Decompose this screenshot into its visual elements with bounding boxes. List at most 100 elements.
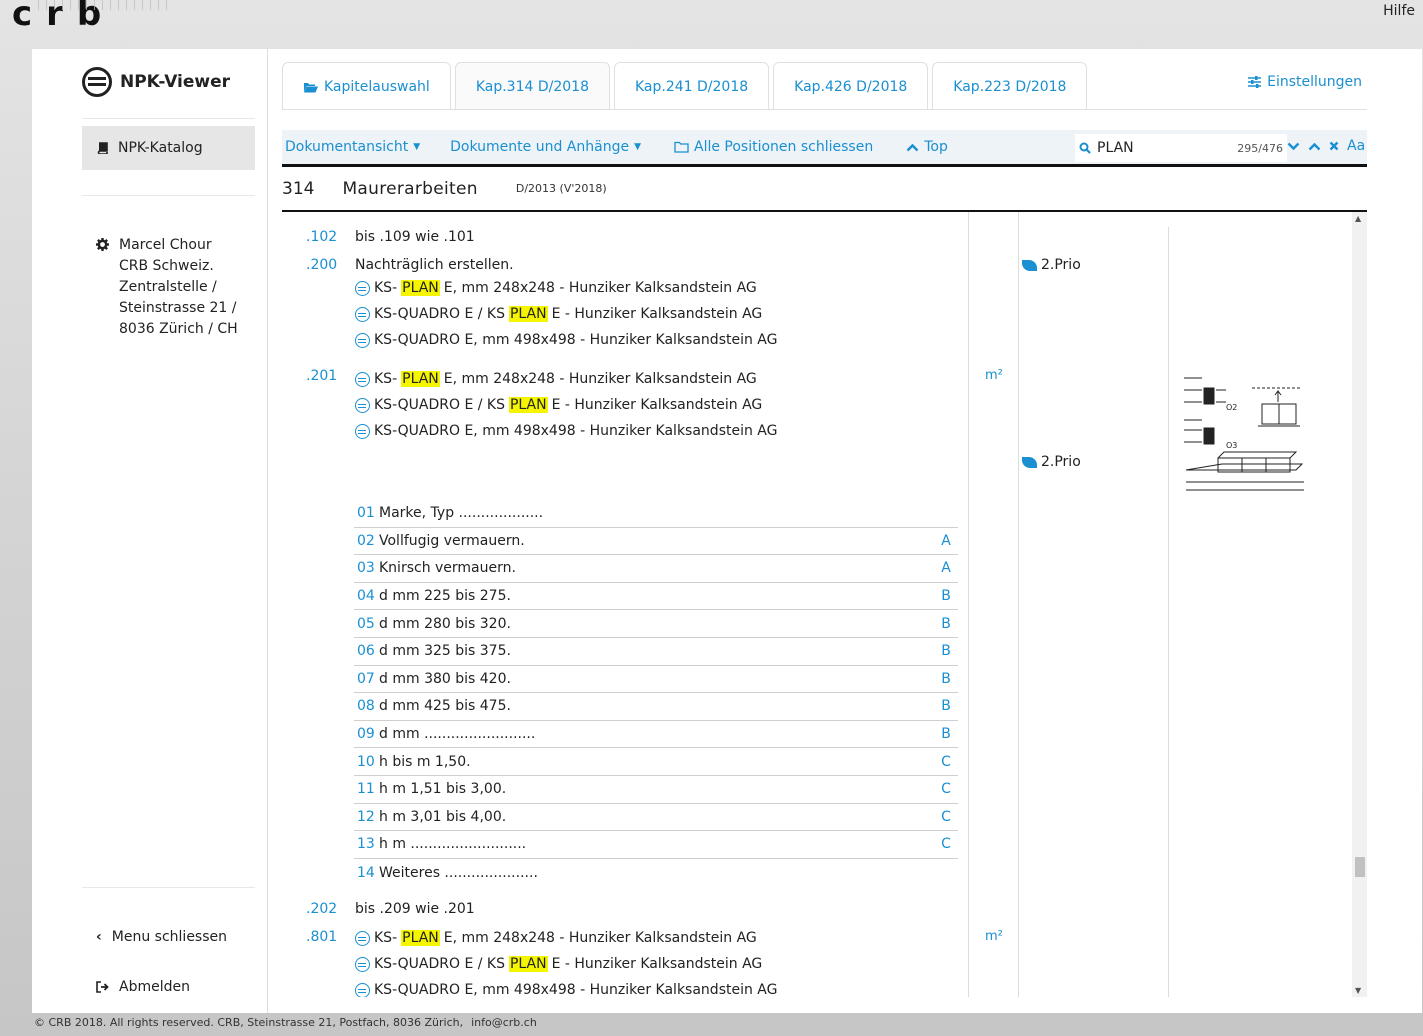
folder-open-icon (304, 82, 318, 92)
chevron-up-icon[interactable] (1308, 142, 1321, 151)
product-link[interactable]: KS-QUADRO E / KS PLAN E - Hunziker Kalks… (355, 956, 762, 972)
search-highlight: PLAN (401, 280, 440, 296)
npk-logo-icon (82, 67, 112, 97)
product-icon (355, 280, 370, 296)
scroll-up-icon[interactable]: ▲ (1355, 214, 1361, 223)
close-all-positions-button[interactable]: Alle Positionen schliessen (674, 139, 873, 155)
content-scrollbar[interactable]: ▲ ▼ (1352, 212, 1367, 997)
help-link[interactable]: Hilfe (1383, 3, 1415, 19)
chevron-left-icon: ‹ (96, 929, 102, 945)
search-box: 295/476 (1075, 134, 1287, 162)
sub-position-row[interactable]: 01 Marke, Typ ................... (354, 500, 958, 528)
page-footer: © CRB 2018. All rights reserved. CRB, St… (34, 1016, 537, 1029)
svg-text:O3: O3 (1226, 441, 1237, 450)
sub-position-row[interactable]: 10 h bis m 1,50. C (354, 748, 958, 776)
product-diagram-image: O2 O3 (1184, 377, 1304, 491)
chevron-down-icon[interactable] (1287, 142, 1300, 151)
user-info[interactable]: Marcel Chour CRB Schweiz. Zentralstelle … (96, 235, 238, 340)
sub-position-row[interactable]: 03 Knirsch vermauern. A (354, 555, 958, 583)
search-result-count: 295/476 (1237, 141, 1283, 155)
product-link[interactable]: KS-QUADRO E / KS PLAN E - Hunziker Kalks… (355, 397, 762, 413)
sub-position-row[interactable]: 07 d mm 380 bis 420. B (354, 666, 958, 694)
sub-position-row[interactable]: 14 Weiteres ..................... (354, 859, 958, 887)
caret-down-icon: ▼ (634, 142, 641, 152)
sub-position-row[interactable]: 06 d mm 325 bis 375. B (354, 638, 958, 666)
position-number[interactable]: .201 (306, 368, 337, 384)
sub-position-row[interactable]: 02 Vollfugig vermauern. A (354, 528, 958, 556)
product-icon (355, 397, 370, 413)
sub-position-row[interactable]: 04 d mm 225 bis 275. B (354, 583, 958, 611)
chapter-tabs: Kapitelauswahl Kap.314 D/2018 Kap.241 D/… (282, 62, 1088, 110)
product-icon (355, 930, 370, 946)
product-link[interactable]: KS-QUADRO E, mm 498x498 - Hunziker Kalks… (355, 423, 777, 439)
product-link[interactable]: KS- PLAN E, mm 248x248 - Hunziker Kalksan… (355, 280, 757, 296)
app-name: NPK-Viewer (120, 72, 231, 92)
priority-badge[interactable]: 2.Prio (1022, 257, 1081, 273)
caret-down-icon: ▼ (413, 142, 421, 152)
documents-attachments-dropdown[interactable]: Dokumente und Anhänge ▼ (450, 139, 641, 155)
app-brand[interactable]: NPK-Viewer (82, 67, 230, 97)
search-highlight: PLAN (508, 306, 548, 322)
document-view-dropdown[interactable]: Dokumentansicht ▼ (285, 139, 420, 155)
search-highlight: PLAN (508, 397, 548, 413)
tabs-underline (282, 109, 1367, 110)
settings-button[interactable]: Einstellungen (1248, 74, 1362, 90)
unit-label: m² (985, 929, 1003, 944)
tab-kap-223[interactable]: Kap.223 D/2018 (932, 62, 1088, 110)
top-button[interactable]: Top (906, 139, 948, 155)
sub-position-row[interactable]: 05 d mm 280 bis 320. B (354, 610, 958, 638)
divider (82, 887, 255, 888)
sub-position-row[interactable]: 13 h m .......................... C (354, 831, 958, 859)
scroll-thumb[interactable] (1355, 857, 1365, 877)
leaf-icon (1022, 456, 1037, 468)
unit-label: m² (985, 368, 1003, 383)
search-input[interactable] (1097, 140, 1227, 156)
product-link[interactable]: KS-QUADRO E, mm 498x498 - Hunziker Kalks… (355, 982, 777, 997)
document-toolbar: Dokumentansicht ▼ Dokumente und Anhänge ▼ … (282, 130, 1367, 167)
position-text: bis .209 wie .201 (355, 901, 475, 917)
priority-badge[interactable]: 2.Prio (1022, 454, 1081, 470)
position-number[interactable]: .200 (306, 257, 337, 273)
column-divider (1018, 212, 1019, 997)
product-icon (355, 306, 370, 322)
tab-kap-314[interactable]: Kap.314 D/2018 (454, 62, 610, 110)
product-link[interactable]: KS-QUADRO E / KS PLAN E - Hunziker Kalks… (355, 306, 762, 322)
product-link[interactable]: KS- PLAN E, mm 248x248 - Hunziker Kalksan… (355, 930, 757, 946)
product-icon (355, 956, 370, 972)
email-link[interactable]: info@crb.ch (471, 1016, 537, 1029)
close-icon[interactable] (1329, 141, 1339, 151)
tab-kapitelauswahl[interactable]: Kapitelauswahl (282, 62, 451, 110)
scroll-down-icon[interactable]: ▼ (1355, 986, 1361, 995)
sub-position-row[interactable]: 09 d mm ......................... B (354, 721, 958, 749)
search-highlight: PLAN (508, 956, 548, 972)
chapter-header: 314 Maurerarbeiten D/2013 (V'2018) (282, 167, 1367, 212)
position-text: bis .109 wie .101 (355, 229, 475, 245)
sub-position-row[interactable]: 12 h m 3,01 bis 4,00. C (354, 804, 958, 832)
sub-position-row[interactable]: 08 d mm 425 bis 475. B (354, 693, 958, 721)
leaf-icon (1022, 259, 1037, 271)
tab-kap-426[interactable]: Kap.426 D/2018 (773, 62, 929, 110)
divider (82, 118, 255, 119)
search-controls: Aa (1287, 138, 1365, 154)
position-text: Nachträglich erstellen. (355, 257, 514, 273)
product-link[interactable]: KS-QUADRO E, mm 498x498 - Hunziker Kalks… (355, 332, 777, 348)
product-link[interactable]: KS- PLAN E, mm 248x248 - Hunziker Kalksan… (355, 371, 757, 387)
tab-kap-241[interactable]: Kap.241 D/2018 (613, 62, 770, 110)
product-icon (355, 423, 370, 439)
product-icon (355, 982, 370, 997)
menu-close-link[interactable]: ‹ Menu schliessen (96, 929, 227, 945)
chapter-number: 314 (282, 178, 315, 199)
column-divider (1168, 227, 1169, 997)
logout-link[interactable]: Abmelden (96, 979, 190, 995)
position-number[interactable]: .102 (306, 229, 337, 245)
position-number[interactable]: .202 (306, 901, 337, 917)
divider (82, 195, 255, 196)
position-number[interactable]: .801 (306, 929, 337, 945)
sidebar-item-label: NPK-Katalog (118, 140, 203, 156)
sub-position-row[interactable]: 11 h m 1,51 bis 3,00. C (354, 776, 958, 804)
search-highlight: PLAN (401, 371, 440, 387)
match-case-button[interactable]: Aa (1347, 138, 1365, 154)
sliders-icon (1248, 76, 1262, 88)
sidebar-item-npk-katalog[interactable]: NPK-Katalog (82, 126, 255, 170)
book-icon (97, 142, 108, 154)
